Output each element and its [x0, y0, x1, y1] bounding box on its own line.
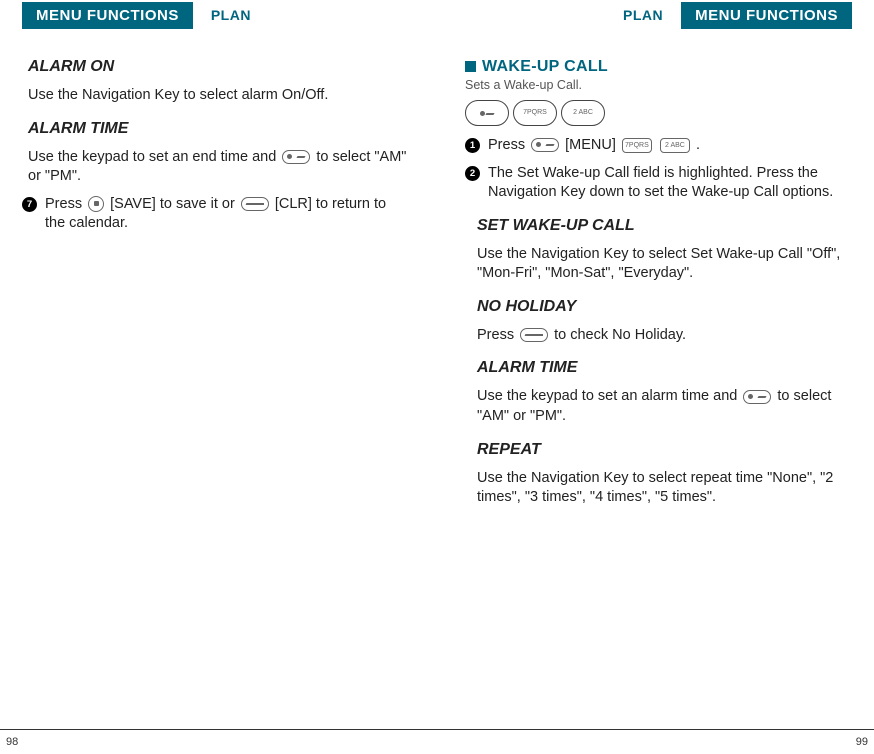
step-bullet-1: 1 — [465, 138, 480, 153]
step7-pre: Press — [45, 196, 86, 212]
heading-repeat: REPEAT — [471, 441, 852, 459]
key-sequence-graphic: 7PQRS 2 ABC — [465, 100, 852, 126]
title-wakeup: WAKE-UP CALL — [482, 58, 608, 76]
key-graphic-7: 7PQRS — [513, 100, 557, 126]
text-set-wakeup: Use the Navigation Key to select Set Wak… — [471, 245, 852, 284]
soft-key-left-icon — [531, 138, 559, 152]
step-2-text: The Set Wake-up Call field is highlighte… — [488, 164, 852, 203]
step7-mid1: [SAVE] to save it or — [110, 196, 239, 212]
page-number-98: 98 — [6, 736, 18, 748]
tab-menu-functions: MENU FUNCTIONS — [22, 2, 193, 29]
tab-menu-functions-right: MENU FUNCTIONS — [681, 2, 852, 29]
key-graphic-softleft — [465, 100, 509, 126]
header-right: PLAN MENU FUNCTIONS — [465, 0, 852, 30]
heading-no-holiday: NO HOLIDAY — [471, 298, 852, 316]
soft-key-right-icon — [520, 328, 548, 342]
page-number-99: 99 — [856, 736, 868, 748]
text-no-holiday: Press to check No Holiday. — [471, 326, 852, 346]
step-bullet-7: 7 — [22, 197, 37, 212]
text-alarm-time: Use the keypad to set an end time and to… — [22, 148, 409, 187]
nav-key-icon — [88, 196, 104, 212]
soft-key-right-icon — [241, 197, 269, 211]
key-graphic-2: 2 ABC — [561, 100, 605, 126]
step-1: 1 Press [MENU] 7PQRS 2 ABC . — [465, 136, 852, 156]
heading-alarm-on: ALARM ON — [22, 58, 409, 76]
alarmtime-pre: Use the keypad to set an alarm time and — [477, 388, 741, 404]
step1-pre: Press — [488, 137, 529, 153]
subsections: SET WAKE-UP CALL Use the Navigation Key … — [465, 217, 852, 508]
soft-key-left-icon — [282, 150, 310, 164]
section-title-wakeup: WAKE-UP CALL — [465, 58, 852, 76]
tab-plan: PLAN — [193, 7, 269, 23]
step-1-text: Press [MENU] 7PQRS 2 ABC . — [488, 136, 852, 156]
header-left: MENU FUNCTIONS PLAN — [22, 0, 409, 30]
heading-alarm-time-r: ALARM TIME — [471, 359, 852, 377]
footer-rule-right — [437, 729, 874, 730]
soft-key-left-icon — [476, 108, 498, 118]
key-7-icon: 7PQRS — [622, 138, 652, 153]
text-alarm-time-r: Use the keypad to set an alarm time and … — [471, 387, 852, 426]
soft-key-left-icon — [743, 390, 771, 404]
noholiday-pre: Press — [477, 327, 518, 343]
square-bullet-icon — [465, 61, 476, 72]
step1-mid: [MENU] — [565, 137, 620, 153]
heading-alarm-time: ALARM TIME — [22, 120, 409, 138]
noholiday-post: to check No Holiday. — [554, 327, 686, 343]
footer-rule — [0, 729, 437, 730]
page-99: PLAN MENU FUNCTIONS WAKE-UP CALL Sets a … — [437, 0, 874, 754]
key-7-icon: 7PQRS — [520, 106, 550, 121]
tab-plan-right: PLAN — [605, 7, 681, 23]
page-98: MENU FUNCTIONS PLAN ALARM ON Use the Nav… — [0, 0, 437, 754]
step-bullet-2: 2 — [465, 166, 480, 181]
subtitle-wakeup: Sets a Wake-up Call. — [465, 78, 852, 92]
step1-post: . — [696, 137, 700, 153]
text-alarm-time-pre: Use the keypad to set an end time and — [28, 149, 280, 165]
text-alarm-on: Use the Navigation Key to select alarm O… — [22, 86, 409, 106]
step-7-text: Press [SAVE] to save it or [CLR] to retu… — [45, 195, 409, 234]
heading-set-wakeup: SET WAKE-UP CALL — [471, 217, 852, 235]
key-2-icon: 2 ABC — [660, 138, 690, 153]
step-2: 2 The Set Wake-up Call field is highligh… — [465, 164, 852, 203]
text-repeat: Use the Navigation Key to select repeat … — [471, 469, 852, 508]
step-7: 7 Press [SAVE] to save it or [CLR] to re… — [22, 195, 409, 234]
key-2-icon: 2 ABC — [568, 106, 598, 121]
